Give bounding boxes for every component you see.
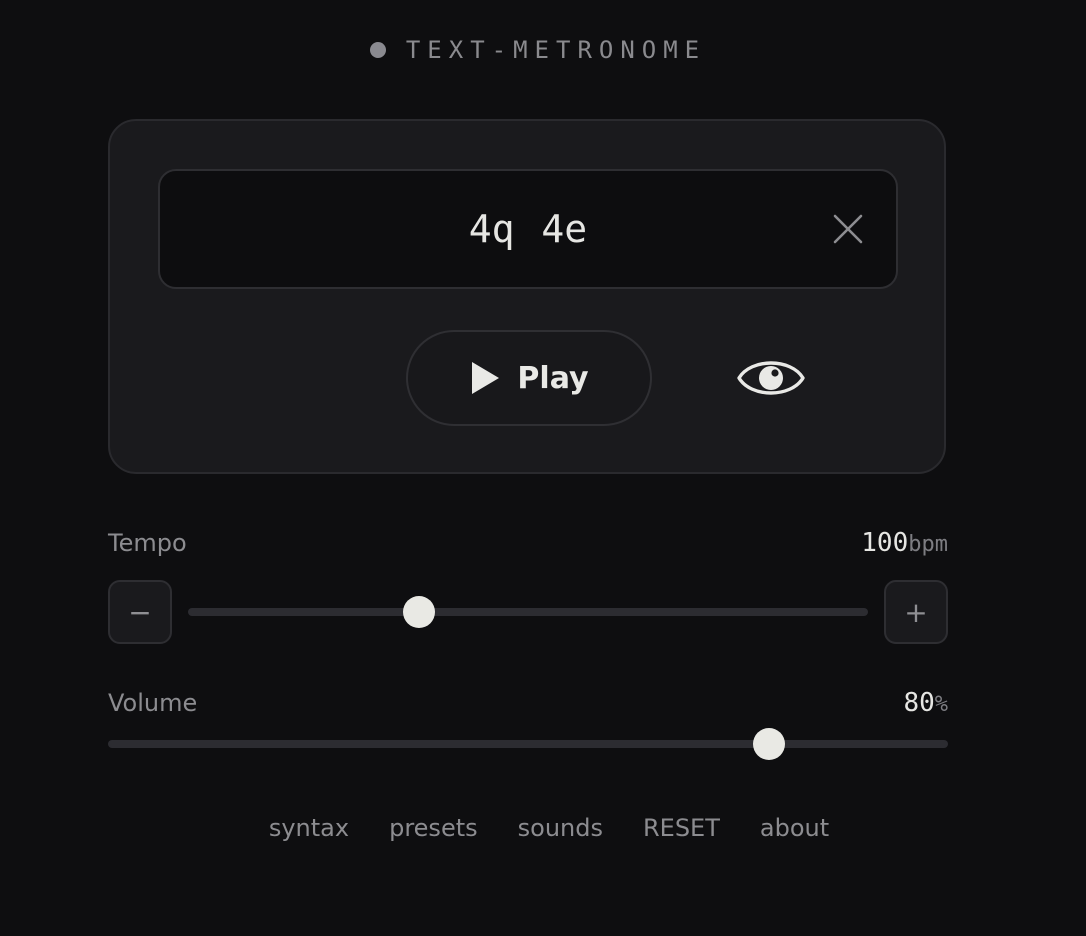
tempo-decrement-button[interactable]: −: [108, 580, 172, 644]
volume-value: 80: [903, 688, 935, 718]
app-title: TEXT-METRONOME: [405, 36, 707, 64]
play-button-label: Play: [517, 360, 589, 396]
footer-link-presets[interactable]: presets: [389, 814, 478, 842]
volume-slider[interactable]: [108, 728, 948, 760]
volume-readout: 80%: [903, 688, 948, 718]
play-icon: [472, 362, 500, 394]
footer-link-syntax[interactable]: syntax: [269, 814, 349, 842]
tempo-slider-thumb[interactable]: [403, 596, 436, 628]
tempo-slider[interactable]: [188, 596, 868, 628]
metronome-app: TEXT-METRONOME Play: [0, 0, 1086, 936]
eye-icon: [737, 361, 805, 395]
footer-nav: syntax presets sounds RESET about: [0, 814, 1086, 842]
play-button[interactable]: Play: [406, 330, 652, 426]
footer-link-about[interactable]: about: [760, 814, 829, 842]
tempo-label: Tempo: [108, 529, 187, 557]
pattern-field: [158, 169, 898, 289]
tempo-unit: bpm: [908, 532, 948, 557]
volume-unit: %: [934, 692, 948, 717]
volume-label: Volume: [108, 689, 198, 717]
app-header: TEXT-METRONOME: [0, 36, 1086, 64]
close-icon: [833, 214, 863, 244]
volume-slider-thumb[interactable]: [753, 728, 786, 760]
tempo-value: 100: [861, 528, 909, 558]
status-dot-icon: [369, 42, 386, 58]
pattern-card: Play: [108, 119, 946, 474]
clear-pattern-button[interactable]: [828, 209, 868, 249]
tempo-readout: 100bpm: [861, 528, 948, 558]
footer-link-reset[interactable]: RESET: [643, 814, 720, 842]
tempo-increment-button[interactable]: +: [884, 580, 948, 644]
toggle-visibility-button[interactable]: [736, 352, 806, 404]
pattern-input[interactable]: [160, 171, 896, 287]
footer-link-sounds[interactable]: sounds: [518, 814, 603, 842]
